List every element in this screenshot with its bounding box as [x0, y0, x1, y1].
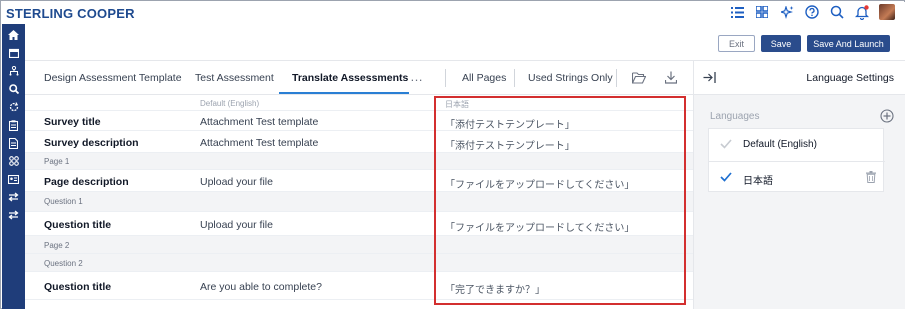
clipboard-icon[interactable]	[7, 118, 21, 132]
source-text: Attachment Test template	[200, 137, 319, 149]
id-card-icon[interactable]	[7, 172, 21, 186]
translation-input[interactable]: 「添付テストテンプレート」	[445, 116, 575, 131]
panel-title: Language Settings	[806, 72, 894, 84]
list-item[interactable]: 日本語	[709, 161, 885, 192]
left-nav-rail	[2, 24, 25, 309]
section-label: Page 1	[44, 157, 70, 166]
row-label: Question title	[44, 219, 112, 231]
table-row: Survey title Attachment Test template 「添…	[25, 111, 693, 131]
divider	[445, 69, 446, 87]
section-row: Question 1	[25, 192, 693, 212]
source-text: Are you able to complete?	[200, 281, 322, 293]
tab-design-assessment-template[interactable]: Design Assessment Template	[44, 72, 182, 84]
translation-input[interactable]: 「ファイルをアップロードしてください」	[445, 176, 634, 191]
list-icon[interactable]	[729, 4, 745, 20]
brand-logo[interactable]: STERLING COOPER	[6, 6, 135, 21]
grid-header-row: Default (English) 日本語	[25, 95, 693, 111]
section-row: Question 2	[25, 254, 693, 272]
check-icon[interactable]	[719, 170, 733, 184]
section-label: Question 2	[44, 259, 83, 268]
add-language-icon[interactable]	[879, 108, 895, 124]
row-label: Survey description	[44, 137, 139, 149]
tab-translate-assessments[interactable]: Translate Assessments	[292, 72, 408, 84]
table-row: Survey description Attachment Test templ…	[25, 131, 693, 153]
main-content: Exit Save Save And Launch Design Assessm…	[25, 24, 905, 309]
section-label: Page 2	[44, 241, 70, 250]
source-text: Upload your file	[200, 176, 273, 188]
folder-open-icon[interactable]	[631, 70, 646, 85]
grid-icon[interactable]	[754, 4, 770, 20]
language-name: Default (English)	[743, 139, 817, 150]
sparkle-icon[interactable]	[779, 4, 795, 20]
divider	[514, 69, 515, 87]
table-row: Question title Are you able to complete?…	[25, 272, 693, 300]
translation-grid: Default (English) 日本語 Survey title Attac…	[25, 95, 693, 309]
languages-heading: Languages	[710, 111, 760, 122]
list-item: Default (English)	[709, 129, 885, 160]
language-name: 日本語	[743, 176, 773, 187]
row-label: Survey title	[44, 116, 101, 128]
bell-icon[interactable]	[854, 4, 870, 20]
help-icon[interactable]	[804, 4, 820, 20]
tab-test-assessment[interactable]: Test Assessment	[195, 72, 274, 84]
search-icon[interactable]	[829, 4, 845, 20]
document-icon[interactable]	[7, 136, 21, 150]
source-text: Upload your file	[200, 219, 273, 231]
exit-button[interactable]: Exit	[718, 35, 755, 52]
more-tabs-button[interactable]: …	[410, 69, 423, 84]
table-row: Page description Upload your file 「ファイルを…	[25, 170, 693, 192]
all-pages-filter[interactable]: All Pages	[462, 72, 506, 84]
table-row: Question title Upload your file 「ファイルをアッ…	[25, 212, 693, 236]
language-settings-panel: Language Settings Languages Default (Eng…	[693, 61, 905, 309]
language-list: Default (English) 日本語	[708, 128, 885, 192]
top-icons	[729, 4, 895, 20]
column-header-target-language: 日本語	[445, 100, 469, 109]
apps-icon[interactable]	[7, 154, 21, 168]
action-bar: Exit Save Save And Launch	[25, 24, 905, 61]
swap-icon[interactable]	[7, 208, 21, 222]
used-strings-only-filter[interactable]: Used Strings Only	[528, 72, 613, 84]
download-icon[interactable]	[663, 70, 678, 85]
transfer-icon[interactable]	[7, 190, 21, 204]
translation-input[interactable]: 「完了できますか？」	[445, 281, 545, 296]
save-button[interactable]: Save	[761, 35, 801, 52]
section-label: Question 1	[44, 197, 83, 206]
trash-icon[interactable]	[865, 170, 877, 184]
calendar-icon[interactable]	[7, 46, 21, 60]
avatar[interactable]	[879, 4, 895, 20]
top-bar: STERLING COOPER	[2, 2, 905, 24]
home-icon[interactable]	[7, 28, 21, 42]
row-label: Page description	[44, 176, 129, 188]
section-row: Page 1	[25, 153, 693, 170]
row-label: Question title	[44, 281, 112, 293]
section-row: Page 2	[25, 236, 693, 254]
column-header-default: Default (English)	[200, 99, 260, 108]
collapse-panel-icon[interactable]	[702, 70, 716, 84]
source-text: Attachment Test template	[200, 116, 319, 128]
refresh-icon[interactable]	[7, 100, 21, 114]
divider	[616, 69, 617, 87]
save-and-launch-button[interactable]: Save And Launch	[807, 35, 890, 52]
check-icon	[719, 137, 733, 151]
panel-header: Language Settings	[694, 61, 905, 95]
translation-input[interactable]: 「ファイルをアップロードしてください」	[445, 219, 634, 234]
org-icon[interactable]	[7, 64, 21, 78]
active-tab-indicator	[279, 92, 409, 94]
app-frame: STERLING COOPER Exit Save Save And Launc…	[0, 0, 905, 309]
translation-input[interactable]: 「添付テストテンプレート」	[445, 137, 575, 152]
search-icon[interactable]	[7, 82, 21, 96]
